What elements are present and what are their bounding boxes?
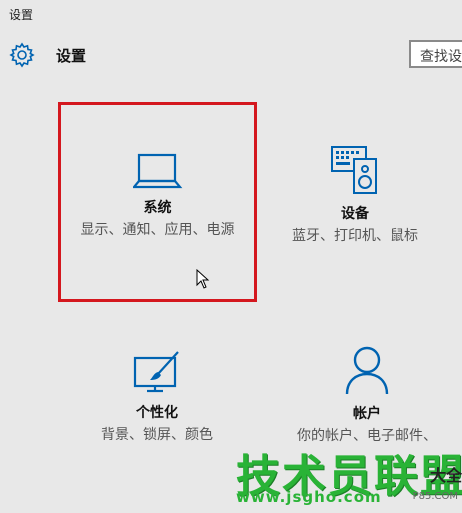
tile-personalization-title: 个性化 [136, 405, 178, 421]
tile-personalization[interactable]: 个性化 背景、锁屏、颜色 [72, 350, 242, 445]
watermark-logo: 技术员联盟 大全 www.jsgho.com P85.COM [236, 440, 462, 513]
tile-devices-desc: 蓝牙、打印机、鼠标 [292, 228, 418, 244]
settings-window: 设置 设置 查找设置 系统 显示、通知、应用、电源 [0, 0, 462, 513]
tile-devices[interactable]: 设备 蓝牙、打印机、鼠标 [280, 145, 430, 246]
tile-accounts-title: 帐户 [353, 406, 381, 422]
keyboard-speaker-icon [331, 146, 377, 194]
tile-system-desc: 显示、通知、应用、电源 [80, 222, 235, 238]
window-title: 设置 [9, 8, 34, 22]
tile-accounts[interactable]: 帐户 你的帐户、电子邮件、 [272, 345, 462, 446]
search-input[interactable]: 查找设置 [409, 40, 462, 68]
tile-personalization-desc: 背景、锁屏、颜色 [101, 427, 213, 443]
tile-system-title: 系统 [143, 200, 172, 216]
tile-system[interactable]: 系统 显示、通知、应用、电源 [58, 102, 257, 302]
monitor-brush-icon [133, 351, 179, 393]
watermark-url: www.jsgho.com [236, 488, 382, 506]
tile-devices-title: 设备 [341, 206, 369, 222]
watermark-side-text: 大全 [429, 466, 462, 485]
page-title: 设置 [56, 47, 87, 65]
person-icon [345, 346, 389, 395]
watermark-small-text: P85.COM [412, 491, 458, 502]
laptop-icon [132, 153, 182, 189]
mouse-cursor-icon [196, 269, 210, 289]
gear-icon [9, 42, 35, 68]
